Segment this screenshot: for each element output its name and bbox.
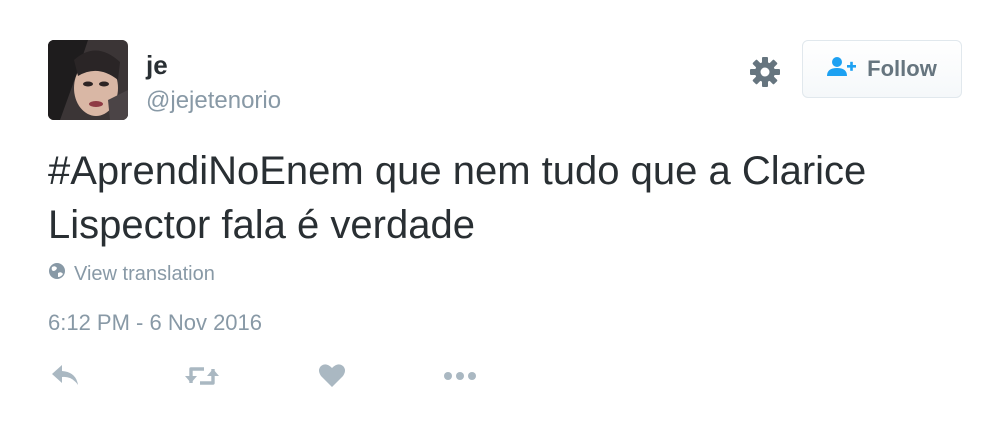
like-icon[interactable] bbox=[318, 360, 346, 392]
follow-label: Follow bbox=[867, 56, 937, 81]
view-translation-label: View translation bbox=[74, 262, 215, 285]
avatar-photo bbox=[48, 40, 128, 120]
view-translation-link[interactable]: View translation bbox=[48, 262, 215, 286]
gear-icon[interactable] bbox=[748, 55, 782, 89]
retweet-icon[interactable] bbox=[184, 360, 220, 392]
more-icon[interactable] bbox=[443, 360, 477, 392]
reply-icon[interactable] bbox=[50, 360, 80, 392]
hashtag-link[interactable]: #AprendiNoEnem bbox=[48, 149, 364, 193]
avatar[interactable] bbox=[48, 40, 128, 120]
follow-button[interactable]: Follow bbox=[802, 40, 962, 98]
globe-icon bbox=[48, 262, 66, 286]
user-name[interactable]: je bbox=[146, 50, 168, 80]
tweet-text: #AprendiNoEnem que nem tudo que a Claric… bbox=[48, 144, 968, 252]
add-user-icon bbox=[827, 56, 857, 83]
user-handle[interactable]: @jejetenorio bbox=[146, 87, 281, 115]
tweet-timestamp[interactable]: 6:12 PM - 6 Nov 2016 bbox=[48, 310, 262, 336]
